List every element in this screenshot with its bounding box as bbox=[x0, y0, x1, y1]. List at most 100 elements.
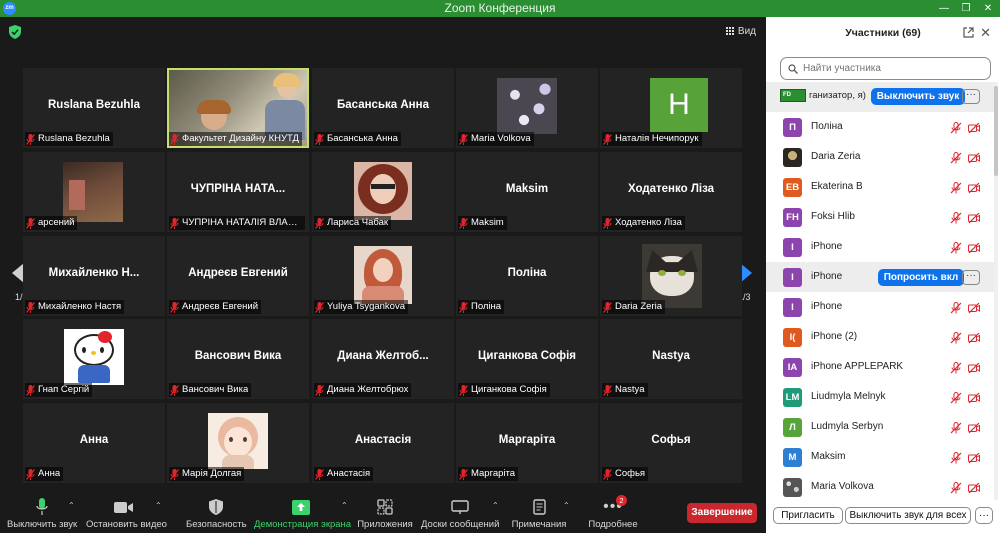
host-mute-button[interactable]: Выключить звук bbox=[871, 88, 965, 105]
tile-name-label: Вансович Вика bbox=[169, 383, 252, 397]
video-tile[interactable]: Поліна Поліна bbox=[456, 236, 598, 316]
security-button[interactable]: Безопасность bbox=[186, 497, 247, 530]
whiteboard-options-chevron-icon[interactable]: ⌃ bbox=[492, 501, 499, 510]
muted-mic-icon bbox=[950, 241, 962, 259]
video-tile[interactable]: Ruslana Bezuhla Ruslana Bezuhla bbox=[23, 68, 165, 148]
close-panel-icon[interactable]: ✕ bbox=[980, 25, 991, 41]
ask-to-unmute-button[interactable]: Попросить вкл bbox=[878, 269, 964, 286]
more-button[interactable]: ••• 2 Подробнее bbox=[578, 495, 648, 530]
video-tile[interactable]: Н Наталія Нечипорук bbox=[600, 68, 742, 148]
host-more-button[interactable]: ··· bbox=[962, 89, 980, 104]
participant-name: Поліна bbox=[811, 121, 843, 132]
muted-mic-icon bbox=[170, 217, 179, 229]
muted-mic-icon bbox=[950, 451, 962, 469]
tile-name-label: Лариса Чабак bbox=[314, 216, 392, 230]
participant-row[interactable]: IA iPhone APPLEPARK bbox=[766, 352, 994, 382]
video-tile[interactable]: Лариса Чабак bbox=[312, 152, 454, 232]
minimize-icon[interactable]: — bbox=[933, 0, 955, 17]
participant-row[interactable]: Л Ludmyla Serbyn bbox=[766, 412, 994, 442]
video-off-icon bbox=[968, 151, 980, 169]
tile-name-label: Михайленко Настя bbox=[25, 300, 125, 314]
participant-name: Ludmyla Serbyn bbox=[811, 421, 884, 432]
tile-display-name: Циганкова Софія bbox=[477, 350, 577, 362]
video-tile[interactable]: Андреєв Евгений Андреєв Евгений bbox=[167, 236, 309, 316]
video-tile[interactable]: Диана Желтоб... Диана Желтобрюх bbox=[312, 319, 454, 399]
video-tile[interactable]: Анастасія Анастасія bbox=[312, 403, 454, 483]
video-tile[interactable]: Факультет Дизайну КНУТД bbox=[167, 68, 309, 148]
tile-video-image bbox=[354, 162, 412, 220]
participant-row[interactable]: Daria Zeria bbox=[766, 142, 994, 172]
view-button[interactable]: Вид bbox=[725, 26, 756, 37]
video-tile[interactable]: Yuliya Tsygankova bbox=[312, 236, 454, 316]
muted-mic-icon bbox=[26, 384, 35, 396]
notes-options-chevron-icon[interactable]: ⌃ bbox=[563, 501, 570, 510]
video-tile[interactable]: Марія Долгая bbox=[167, 403, 309, 483]
video-tile[interactable]: Гнап Сергій bbox=[23, 319, 165, 399]
video-tile[interactable]: Маргаріта Маргаріта bbox=[456, 403, 598, 483]
security-shield-icon[interactable] bbox=[9, 25, 21, 39]
tile-name-label: арсений bbox=[25, 216, 78, 230]
muted-mic-icon bbox=[950, 121, 962, 139]
search-participant-input[interactable] bbox=[803, 63, 983, 74]
muted-mic-icon bbox=[459, 384, 468, 396]
participant-row[interactable]: IiPhone Попросить вкл ··· bbox=[766, 262, 994, 292]
video-tile[interactable]: Daria Zeria bbox=[600, 236, 742, 316]
mute-all-button[interactable]: Выключить звук для всех bbox=[845, 507, 971, 524]
video-tile[interactable]: Вансович Вика Вансович Вика bbox=[167, 319, 309, 399]
invite-button[interactable]: Пригласить bbox=[773, 507, 843, 524]
participant-row[interactable]: Maria Volkova bbox=[766, 472, 994, 500]
search-participant-field[interactable] bbox=[780, 57, 991, 80]
share-options-chevron-icon[interactable]: ⌃ bbox=[341, 501, 348, 510]
popout-icon[interactable] bbox=[963, 27, 974, 38]
participant-name: iPhone bbox=[811, 271, 843, 282]
tile-name-label: Nastya bbox=[602, 383, 648, 397]
video-tile[interactable]: Maria Volkova bbox=[456, 68, 598, 148]
participant-avatar: I( bbox=[783, 328, 802, 347]
video-tile[interactable]: ЧУПРІНА НАТА... ЧУПРІНА НАТАЛІЯ ВЛАДИ... bbox=[167, 152, 309, 232]
video-tile[interactable]: Ходатенко Ліза Ходатенко Ліза bbox=[600, 152, 742, 232]
participant-row[interactable]: M Maksim bbox=[766, 442, 994, 472]
video-tile[interactable]: Maksim Maksim bbox=[456, 152, 598, 232]
video-tile[interactable]: арсений bbox=[23, 152, 165, 232]
muted-mic-icon bbox=[950, 301, 962, 319]
participant-row[interactable]: LM Liudmyla Melnyk bbox=[766, 382, 994, 412]
tile-name-label: Поліна bbox=[458, 300, 505, 314]
participant-more-button[interactable]: ··· bbox=[962, 270, 980, 285]
muted-mic-icon bbox=[950, 421, 962, 439]
video-tile[interactable]: Михайленко Н... Михайленко Настя bbox=[23, 236, 165, 316]
participants-scrollbar[interactable] bbox=[994, 82, 998, 500]
video-tile[interactable]: Циганкова Софія Циганкова Софія bbox=[456, 319, 598, 399]
video-options-chevron-icon[interactable]: ⌃ bbox=[155, 501, 162, 510]
panel-more-button[interactable]: ··· bbox=[975, 507, 993, 524]
end-meeting-button[interactable]: Завершение bbox=[687, 503, 757, 523]
participant-avatar: LM bbox=[783, 388, 802, 407]
muted-mic-icon bbox=[315, 384, 324, 396]
audio-options-chevron-icon[interactable]: ⌃ bbox=[68, 501, 75, 510]
stop-video-button[interactable]: Остановить видео bbox=[86, 497, 167, 530]
tile-display-name: Ходатенко Ліза bbox=[627, 183, 715, 195]
video-tile[interactable]: Анна Анна bbox=[23, 403, 165, 483]
video-tile[interactable]: Софья Софья bbox=[600, 403, 742, 483]
participant-row[interactable]: EB Ekaterina B bbox=[766, 172, 994, 202]
video-off-icon bbox=[968, 121, 980, 139]
video-off-icon bbox=[968, 421, 980, 439]
muted-mic-icon bbox=[170, 301, 179, 313]
participant-row[interactable]: I(iPhone (2) bbox=[766, 322, 994, 352]
microphone-icon bbox=[36, 498, 48, 515]
tile-name-label: Maksim bbox=[458, 216, 507, 230]
notes-button[interactable]: Примечания bbox=[510, 497, 568, 530]
apps-button[interactable]: Приложения bbox=[355, 497, 415, 530]
tile-display-name: Михайленко Н... bbox=[48, 267, 140, 279]
participant-row[interactable]: IiPhone bbox=[766, 232, 994, 262]
share-screen-button[interactable]: Демонстрация экрана bbox=[254, 497, 351, 530]
participant-row[interactable]: П Поліна bbox=[766, 112, 994, 142]
participant-row[interactable]: FH Foksi Hlib bbox=[766, 202, 994, 232]
video-tile[interactable]: Nastya Nastya bbox=[600, 319, 742, 399]
whiteboards-button[interactable]: Доски сообщений bbox=[421, 497, 499, 530]
maximize-icon[interactable]: ❐ bbox=[955, 0, 977, 17]
close-window-icon[interactable]: ✕ bbox=[977, 0, 999, 17]
host-row[interactable]: FD ганизатор, я) Выключить звук ··· bbox=[766, 82, 994, 112]
mute-button[interactable]: Выключить звук bbox=[7, 497, 77, 530]
video-tile[interactable]: Басанська Анна Басанська Анна bbox=[312, 68, 454, 148]
participant-row[interactable]: IiPhone bbox=[766, 292, 994, 322]
